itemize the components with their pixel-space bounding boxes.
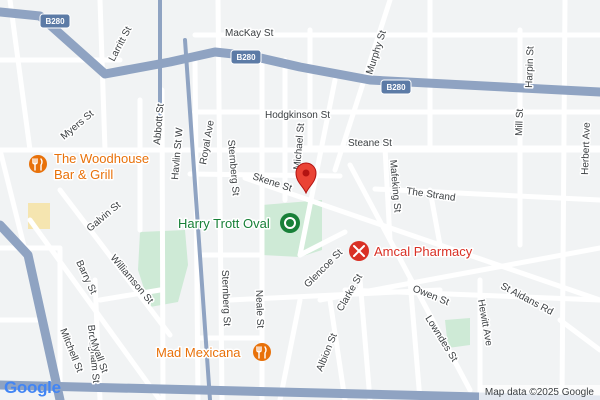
route-shield-b280a: B280 [39,13,71,29]
street-label-steane: Steane St [348,138,392,149]
street-label-herbert: Herbert Ave [580,122,593,175]
street-label-mackay: MacKay St [225,28,274,39]
street-label-hodgkinson: Hodgkinson St [265,110,330,121]
map-pin-dot [302,169,310,177]
poi-label-mexicana[interactable]: Mad Mexicana [155,344,243,362]
street-label-sternberg2: Sternberg St [219,270,232,327]
google-logo: Google [4,378,61,398]
map-canvas[interactable]: B280 B280 B280 MacKay St Murphy St Larri… [0,0,600,400]
map-attribution[interactable]: Map data ©2025 Google [478,385,600,400]
poi-label-woodhouse-line1[interactable]: The Woodhouse [53,150,151,168]
fork-knife-icon [29,155,47,173]
poi-label-pharmacy[interactable]: Amcal Pharmacy [373,243,475,261]
svg-text:B280: B280 [45,17,65,26]
park-icon [280,213,300,233]
street-label-mill: Mill St [514,108,526,136]
route-shield-b280b: B280 [230,49,262,65]
street-label-neale: Neale St [253,290,265,329]
map-svg[interactable]: B280 B280 B280 MacKay St Murphy St Larri… [0,0,600,400]
svg-text:B280: B280 [386,83,406,92]
svg-text:B280: B280 [236,53,256,62]
route-shield-b280c: B280 [380,79,412,95]
google-logo-text: Google [4,378,61,397]
poi-label-woodhouse-line2[interactable]: Bar & Grill [53,166,115,184]
fork-knife-icon [253,343,271,361]
poi-label-oval[interactable]: Harry Trott Oval [177,215,272,233]
street-label-harpin: Harpin St [524,46,536,88]
